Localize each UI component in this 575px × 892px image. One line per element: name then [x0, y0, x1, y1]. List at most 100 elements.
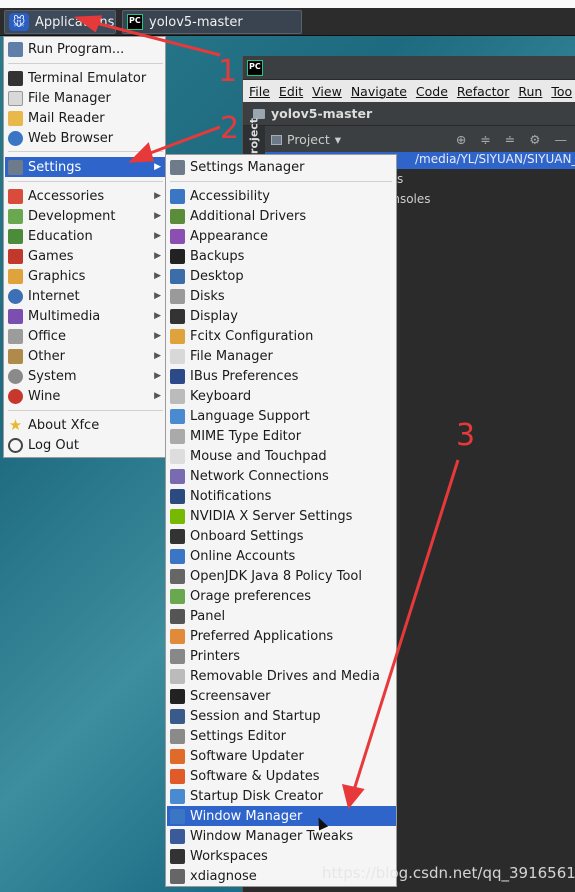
- menu-item-mail-reader[interactable]: Mail Reader: [5, 108, 165, 128]
- settings-item-preferred-applications[interactable]: Preferred Applications: [167, 626, 396, 646]
- settings-item-screensaver[interactable]: Screensaver: [167, 686, 396, 706]
- run-program-icon: [8, 41, 23, 57]
- settings-item-mouse-and-touchpad[interactable]: Mouse and Touchpad: [167, 446, 396, 466]
- settings-item-settings-manager[interactable]: Settings Manager: [167, 157, 396, 177]
- menu-file[interactable]: File: [249, 84, 270, 99]
- project-view-dropdown[interactable]: Project ▾: [271, 132, 341, 147]
- menu-item-file-manager[interactable]: File Manager: [5, 88, 165, 108]
- settings-submenu: Settings Manager Accessibility Additional …: [165, 154, 397, 887]
- settings-item-nvidia-x-server-settings[interactable]: NVIDIA X Server Settings: [167, 506, 396, 526]
- settings-item-removable-drives-and-media[interactable]: Removable Drives and Media: [167, 666, 396, 686]
- session-and-startup-icon: [170, 708, 185, 724]
- menu-item-multimedia[interactable]: Multimedia ▶: [5, 306, 165, 326]
- menu-view[interactable]: View: [312, 84, 342, 99]
- menu-item-run-program[interactable]: Run Program...: [5, 39, 165, 59]
- settings-item-appearance[interactable]: Appearance: [167, 226, 396, 246]
- menu-item-terminal[interactable]: Terminal Emulator: [5, 68, 165, 88]
- menu-code[interactable]: Code: [416, 84, 448, 99]
- menu-item-internet[interactable]: Internet ▶: [5, 286, 165, 306]
- settings-item-ibus-preferences[interactable]: IBus Preferences: [167, 366, 396, 386]
- settings-item-startup-disk-creator[interactable]: Startup Disk Creator: [167, 786, 396, 806]
- expand-all-icon[interactable]: ≑: [480, 132, 490, 147]
- settings-item-disks[interactable]: Disks: [167, 286, 396, 306]
- menu-item-other[interactable]: Other ▶: [5, 346, 165, 366]
- submenu-arrow-icon: ▶: [154, 371, 161, 381]
- settings-item-label: Appearance: [190, 228, 269, 244]
- taskbar-button-yolov5[interactable]: PC yolov5-master: [122, 10, 302, 34]
- settings-item-accessibility[interactable]: Accessibility: [167, 186, 396, 206]
- menu-item-log-out[interactable]: Log Out: [5, 435, 165, 455]
- menu-item-label: System: [28, 368, 77, 384]
- settings-item-panel[interactable]: Panel: [167, 606, 396, 626]
- settings-item-keyboard[interactable]: Keyboard: [167, 386, 396, 406]
- menu-item-label: Mail Reader: [28, 110, 105, 126]
- menu-item-settings[interactable]: Settings ▶: [5, 157, 165, 177]
- locate-icon[interactable]: ⊕: [456, 132, 466, 147]
- settings-item-label: IBus Preferences: [190, 368, 299, 384]
- project-path: yolov5-master: [271, 106, 373, 121]
- applications-menu-button[interactable]: 🐭 Applications: [4, 10, 116, 34]
- settings-item-label: Fcitx Configuration: [190, 328, 314, 344]
- menu-item-graphics[interactable]: Graphics ▶: [5, 266, 165, 286]
- settings-item-openjdk-java-8-policy-tool[interactable]: OpenJDK Java 8 Policy Tool: [167, 566, 396, 586]
- settings-item-settings-editor[interactable]: Settings Editor: [167, 726, 396, 746]
- menu-item-about-xfce[interactable]: ★ About Xfce: [5, 415, 165, 435]
- project-tree-row[interactable]: s: [397, 172, 403, 186]
- settings-item-onboard-settings[interactable]: Onboard Settings: [167, 526, 396, 546]
- top-panel: 🐭 Applications PC yolov5-master: [0, 8, 575, 36]
- settings-item-desktop[interactable]: Desktop: [167, 266, 396, 286]
- settings-item-printers[interactable]: Printers: [167, 646, 396, 666]
- menu-item-games[interactable]: Games ▶: [5, 246, 165, 266]
- project-side-tab[interactable]: Project: [243, 117, 265, 162]
- annotation-3: 3: [456, 418, 476, 453]
- xdiagnose-icon: [170, 868, 185, 884]
- settings-item-display[interactable]: Display: [167, 306, 396, 326]
- annotation-2: 2: [220, 111, 240, 146]
- settings-item-orage-preferences[interactable]: Orage preferences: [167, 586, 396, 606]
- menu-refactor[interactable]: Refactor: [457, 84, 509, 99]
- settings-item-fcitx-configuration[interactable]: Fcitx Configuration: [167, 326, 396, 346]
- menu-item-label: Log Out: [28, 437, 79, 453]
- gear-icon[interactable]: ⚙: [529, 132, 540, 147]
- settings-item-workspaces[interactable]: Workspaces: [167, 846, 396, 866]
- minimize-icon[interactable]: —: [555, 132, 568, 147]
- settings-item-backups[interactable]: Backups: [167, 246, 396, 266]
- menu-item-development[interactable]: Development ▶: [5, 206, 165, 226]
- multimedia-icon: [8, 308, 23, 324]
- menu-item-web-browser[interactable]: Web Browser: [5, 128, 165, 148]
- project-toolbar: Project Project ▾ ⊕ ≑ ≐ ⚙ —: [243, 117, 575, 162]
- settings-editor-icon: [170, 728, 185, 744]
- menu-item-accessories[interactable]: Accessories ▶: [5, 186, 165, 206]
- menu-item-wine[interactable]: Wine ▶: [5, 386, 165, 406]
- menu-separator: [8, 410, 163, 411]
- settings-item-mime-type-editor[interactable]: MIME Type Editor: [167, 426, 396, 446]
- menu-separator: [8, 181, 163, 182]
- settings-item-additional-drivers[interactable]: Additional Drivers: [167, 206, 396, 226]
- project-view-icon: [271, 134, 282, 145]
- onboard-settings-icon: [170, 528, 185, 544]
- menu-tools[interactable]: Too: [551, 84, 572, 99]
- menu-item-system[interactable]: System ▶: [5, 366, 165, 386]
- settings-item-online-accounts[interactable]: Online Accounts: [167, 546, 396, 566]
- office-icon: [8, 328, 23, 344]
- display-icon: [170, 308, 185, 324]
- menu-navigate[interactable]: Navigate: [351, 84, 407, 99]
- menu-item-label: Graphics: [28, 268, 86, 284]
- collapse-all-icon[interactable]: ≐: [505, 132, 515, 147]
- settings-item-language-support[interactable]: Language Support: [167, 406, 396, 426]
- settings-item-window-manager[interactable]: Window Manager: [167, 806, 396, 826]
- settings-item-notifications[interactable]: Notifications: [167, 486, 396, 506]
- menu-item-office[interactable]: Office ▶: [5, 326, 165, 346]
- settings-item-file-manager[interactable]: File Manager: [167, 346, 396, 366]
- settings-item-network-connections[interactable]: Network Connections: [167, 466, 396, 486]
- menu-run[interactable]: Run: [518, 84, 542, 99]
- settings-item-software-updates[interactable]: Software & Updates: [167, 766, 396, 786]
- settings-item-window-manager-tweaks[interactable]: Window Manager Tweaks: [167, 826, 396, 846]
- menu-item-label: Other: [28, 348, 65, 364]
- settings-item-software-updater[interactable]: Software Updater: [167, 746, 396, 766]
- menu-edit[interactable]: Edit: [279, 84, 303, 99]
- file-manager-icon: [8, 90, 23, 106]
- menu-item-education[interactable]: Education ▶: [5, 226, 165, 246]
- ide-breadcrumb[interactable]: yolov5-master: [243, 102, 575, 126]
- settings-item-session-and-startup[interactable]: Session and Startup: [167, 706, 396, 726]
